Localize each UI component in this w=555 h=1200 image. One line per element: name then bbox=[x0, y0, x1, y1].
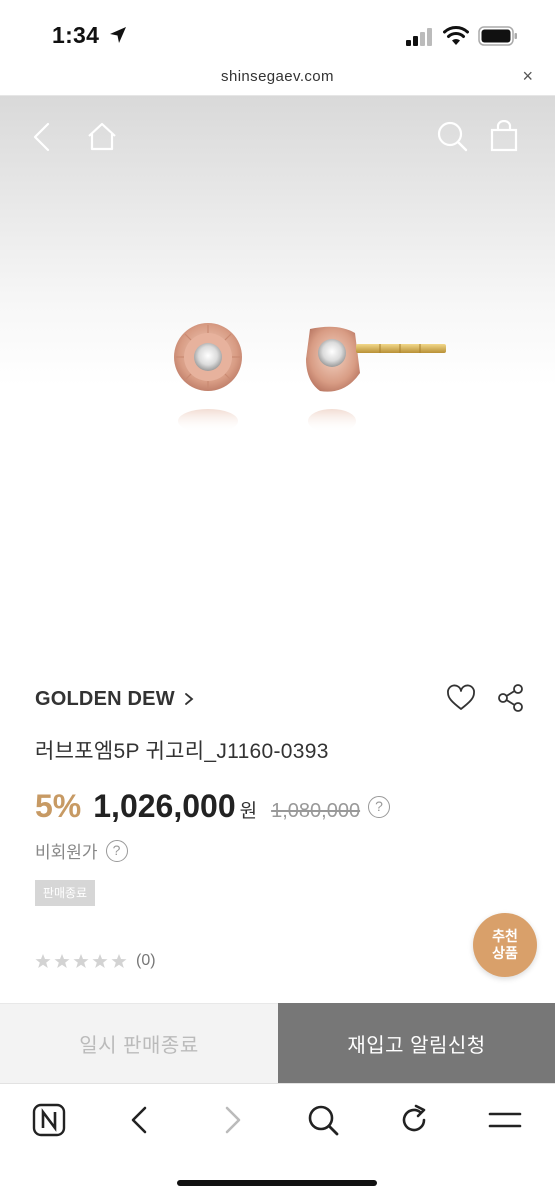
status-time: 1:34 bbox=[52, 22, 100, 48]
discount-rate: 5% bbox=[35, 788, 82, 824]
close-icon[interactable]: × bbox=[522, 66, 533, 87]
restock-alert-button[interactable]: 재입고 알림신청 bbox=[278, 1003, 555, 1083]
member-price-help-icon[interactable]: ? bbox=[105, 839, 128, 862]
member-price-label: 비회원가 bbox=[35, 843, 98, 862]
earrings-illustration bbox=[174, 323, 446, 433]
member-price-row: 비회원가 ? bbox=[35, 838, 128, 863]
star-icon bbox=[54, 954, 70, 968]
star-icon bbox=[111, 954, 127, 968]
brand-link[interactable]: GOLDEN DEW bbox=[35, 684, 195, 714]
cellular-signal-icon bbox=[406, 28, 432, 46]
menu-icon[interactable] bbox=[487, 1102, 523, 1138]
review-count: (0) bbox=[136, 952, 156, 969]
location-arrow-icon bbox=[110, 27, 126, 43]
recommend-products-button[interactable]: 추천 상품 bbox=[473, 913, 537, 977]
home-indicator bbox=[177, 1180, 377, 1186]
star-icon bbox=[35, 954, 51, 968]
status-badge: 판매종료 bbox=[35, 880, 95, 906]
action-bar: 일시 판매종료 재입고 알림신청 bbox=[0, 1003, 555, 1083]
original-price: 1,080,000 bbox=[271, 800, 361, 822]
chevron-right-icon bbox=[184, 693, 194, 705]
battery-icon bbox=[478, 26, 517, 46]
sold-out-button[interactable]: 일시 판매종료 bbox=[0, 1003, 278, 1083]
forward-icon[interactable] bbox=[214, 1102, 250, 1138]
status-bar: 1:34 bbox=[0, 0, 555, 62]
back-icon[interactable] bbox=[122, 1102, 158, 1138]
naver-icon[interactable] bbox=[31, 1102, 67, 1138]
product-image bbox=[0, 96, 555, 666]
cart-icon[interactable] bbox=[489, 120, 519, 152]
brand-name[interactable]: GOLDEN DEW bbox=[35, 688, 175, 711]
star-icon bbox=[73, 954, 89, 968]
home-icon[interactable] bbox=[86, 122, 118, 152]
back-icon[interactable] bbox=[30, 122, 54, 152]
reload-icon[interactable] bbox=[396, 1102, 432, 1138]
product-name: 러브포엠5P 귀고리_J1160-0393 bbox=[35, 740, 329, 763]
recommend-label-line2: 상품 bbox=[492, 945, 518, 961]
currency-unit: 원 bbox=[239, 801, 258, 822]
search-icon[interactable] bbox=[436, 120, 468, 152]
heart-icon[interactable] bbox=[446, 684, 476, 712]
star-icon bbox=[92, 954, 108, 968]
rating-row[interactable]: (0) bbox=[35, 952, 156, 970]
wifi-icon bbox=[443, 26, 469, 45]
search-icon[interactable] bbox=[305, 1102, 341, 1138]
price-help-icon[interactable]: ? bbox=[368, 796, 391, 818]
recommend-label-line1: 추천 bbox=[492, 928, 518, 944]
sale-price: 1,026,000 bbox=[93, 788, 236, 824]
url-bar[interactable]: shinsegaev.com × bbox=[0, 62, 555, 96]
share-icon[interactable] bbox=[497, 683, 525, 713]
url-text[interactable]: shinsegaev.com bbox=[0, 68, 555, 85]
price-row: 5% 1,026,000 원 1,080,000 ? bbox=[35, 788, 391, 825]
